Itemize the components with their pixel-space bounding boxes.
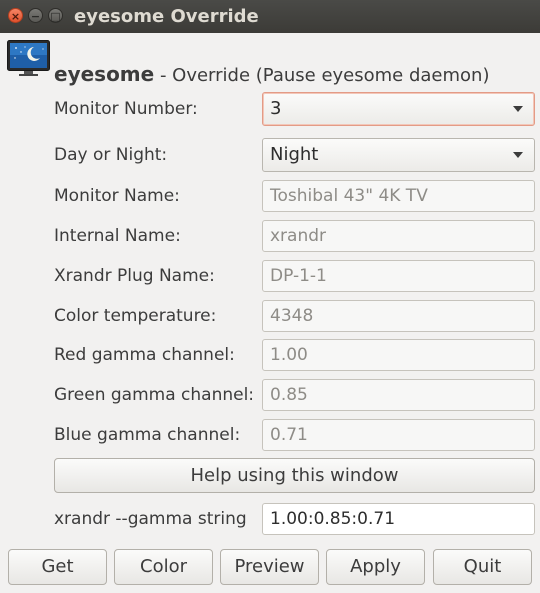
color-button[interactable]: Color [114, 549, 213, 585]
night-sky-moon-icon [7, 40, 50, 76]
gamma-string-input[interactable]: 1.00:0.85:0.71 [262, 503, 535, 535]
green-gamma-label: Green gamma channel: [54, 385, 255, 405]
monitor-number-label: Monitor Number: [54, 99, 198, 119]
chevron-down-icon [513, 152, 523, 158]
day-or-night-dropdown[interactable]: Night [262, 138, 535, 172]
maximize-window-button[interactable]: □ [48, 8, 63, 23]
monitor-name-field: Toshibal 43" 4K TV [262, 180, 535, 212]
blue-gamma-label: Blue gamma channel: [54, 425, 241, 445]
green-gamma-field: 0.85 [262, 379, 535, 411]
internal-name-label: Internal Name: [54, 226, 181, 246]
color-temperature-label: Color temperature: [54, 306, 217, 326]
preview-button[interactable]: Preview [220, 549, 319, 585]
xrandr-plug-name-label: Xrandr Plug Name: [54, 266, 215, 286]
window-title: eyesome Override [74, 6, 259, 27]
blue-gamma-field: 0.71 [262, 419, 535, 451]
xrandr-plug-name-field: DP-1-1 [262, 260, 535, 292]
header-subtitle: - Override (Pause eyesome daemon) [154, 65, 490, 86]
apply-button[interactable]: Apply [326, 549, 425, 585]
color-temperature-field: 4348 [262, 300, 535, 332]
title-bar[interactable]: × − □ eyesome Override [0, 0, 540, 33]
red-gamma-field: 1.00 [262, 339, 535, 371]
red-gamma-label: Red gamma channel: [54, 345, 235, 365]
day-or-night-value: Night [270, 144, 319, 165]
close-window-button[interactable]: × [8, 8, 23, 23]
get-button[interactable]: Get [8, 549, 107, 585]
monitor-name-label: Monitor Name: [54, 186, 180, 206]
monitor-number-dropdown[interactable]: 3 [262, 92, 535, 126]
minimize-window-button[interactable]: − [28, 8, 43, 23]
dialog-header: eyesome - Override (Pause eyesome daemon… [54, 62, 489, 86]
gamma-string-label: xrandr --gamma string [54, 509, 247, 529]
quit-button[interactable]: Quit [433, 549, 532, 585]
monitor-number-value: 3 [270, 98, 282, 119]
eyesome-override-window: × − □ eyesome Override eyesome - Overrid… [0, 0, 540, 593]
chevron-down-icon [513, 106, 523, 112]
help-button[interactable]: Help using this window [54, 458, 535, 493]
day-or-night-label: Day or Night: [54, 145, 168, 165]
internal-name-field: xrandr [262, 220, 535, 252]
header-brand: eyesome [54, 62, 155, 86]
